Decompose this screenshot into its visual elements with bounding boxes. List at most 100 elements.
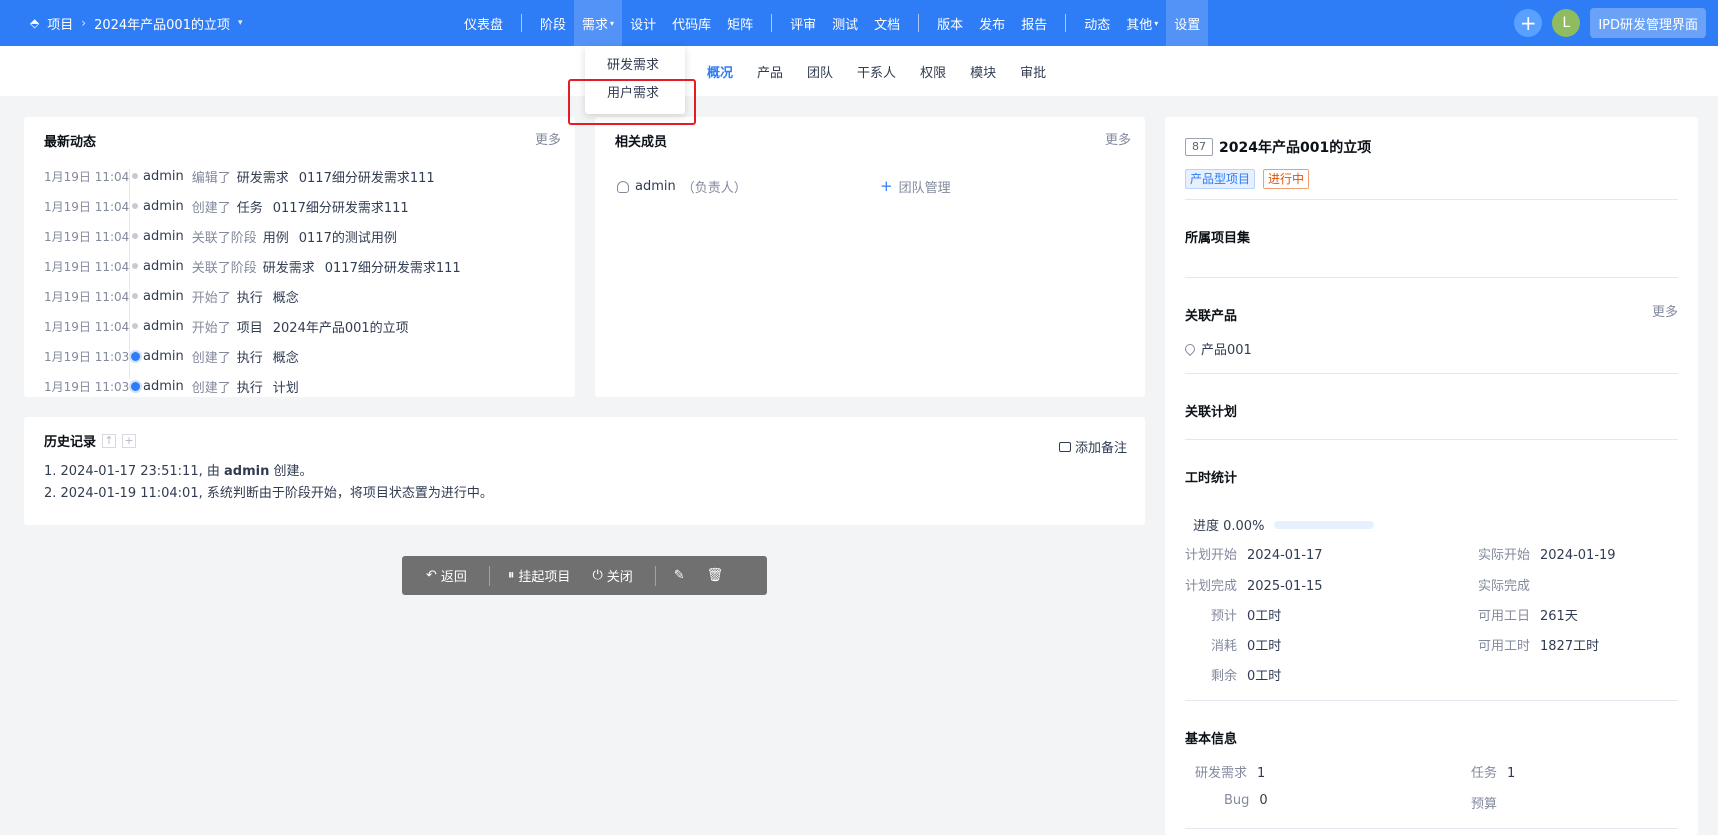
history-item: 1. 2024-01-17 23:51:11, 由 admin 创建。 xyxy=(44,461,493,483)
nav-design[interactable]: 设计 xyxy=(622,0,664,46)
section-program: 所属项目集 xyxy=(1185,231,1251,246)
nav-other[interactable]: 其他 ▾ xyxy=(1118,0,1166,46)
kv-key: 实际完成 xyxy=(1478,579,1531,594)
nav-report[interactable]: 报告 xyxy=(1013,0,1055,46)
progress: 进度 0.00% xyxy=(1193,515,1375,534)
dynamic-object-type: 执行 xyxy=(236,380,263,396)
team-management-link[interactable]: + 团队管理 xyxy=(880,177,951,197)
top-navbar: ⬘ 项目 › 2024年产品001的立项 ▾ 仪表盘 阶段 需求 ▾ 设计 代码库… xyxy=(0,0,1718,46)
sort-up-icon[interactable]: ↑ xyxy=(102,433,117,448)
avatar[interactable]: L xyxy=(1552,9,1581,37)
subnav-permission[interactable]: 权限 xyxy=(908,62,958,81)
caret-down-icon: ▾ xyxy=(610,18,615,28)
divider xyxy=(1185,199,1678,200)
dynamic-user: admin xyxy=(143,258,184,274)
timeline-dot-new xyxy=(129,381,141,391)
subnav-product[interactable]: 产品 xyxy=(745,62,795,81)
dynamic-object-link[interactable]: 概念 xyxy=(273,287,299,306)
section-products: 关联产品 xyxy=(1185,309,1238,324)
kv-value: 0工时 xyxy=(1247,609,1282,624)
subnav-stakeholder[interactable]: 干系人 xyxy=(845,62,908,81)
more-link[interactable]: 更多 xyxy=(1652,301,1678,320)
nav-requirement-label: 需求 xyxy=(582,17,609,33)
breadcrumb-project[interactable]: 2024年产品001的立项 xyxy=(94,14,230,33)
member-item: admin （负责人） xyxy=(617,177,747,196)
kv-value[interactable]: 1 xyxy=(1257,766,1265,781)
available-workdays: 可用工日 261天 xyxy=(1478,605,1578,624)
delete-button[interactable]: 🗑 xyxy=(707,568,724,583)
section-basic-info: 基本信息 xyxy=(1185,732,1238,747)
nav-doc[interactable]: 文档 xyxy=(866,0,908,46)
kv-value: 1827工时 xyxy=(1540,639,1600,654)
timeline-dot xyxy=(129,173,141,179)
dev-requirement-count: 研发需求 1 xyxy=(1195,762,1265,781)
subnav-module[interactable]: 模块 xyxy=(958,62,1008,81)
kv-key: 预计 xyxy=(1211,609,1238,624)
subnav-overview[interactable]: 概况 xyxy=(695,62,745,81)
add-note-button[interactable]: 添加备注 xyxy=(1058,437,1127,456)
dynamic-object-link[interactable]: 2024年产品001的立项 xyxy=(273,317,409,336)
nav-matrix[interactable]: 矩阵 xyxy=(719,0,761,46)
more-link[interactable]: 更多 xyxy=(1105,129,1131,148)
breadcrumb-root[interactable]: 项目 xyxy=(47,14,73,33)
expand-plus-icon[interactable]: + xyxy=(122,433,137,448)
history-text: 创建。 xyxy=(269,464,313,479)
close-project-button[interactable]: ⏻ 关闭 xyxy=(592,566,632,585)
nav-dashboard[interactable]: 仪表盘 xyxy=(456,0,511,46)
nav-repo[interactable]: 代码库 xyxy=(664,0,719,46)
back-button[interactable]: ↶ 返回 xyxy=(426,566,467,585)
timeline-dot xyxy=(129,203,141,209)
kv-value[interactable]: 0 xyxy=(1259,793,1267,808)
list-item: 1月19日 11:04 admin 编辑了 研发需求 0117细分研发需求111 xyxy=(44,161,565,191)
kv-key: 实际开始 xyxy=(1478,548,1531,563)
create-plus-icon[interactable]: + xyxy=(1514,9,1543,37)
menu-item-dev-requirement[interactable]: 研发需求 xyxy=(585,52,685,80)
dynamic-object-link[interactable]: 概念 xyxy=(273,347,299,366)
nav-divider xyxy=(771,14,773,32)
dynamic-object-link[interactable]: 0117细分研发需求111 xyxy=(273,197,409,216)
dynamic-action: 编辑了 xyxy=(191,170,231,186)
real-start: 实际开始 2024-01-19 xyxy=(1478,544,1616,563)
member-role: （负责人） xyxy=(681,181,747,196)
suspend-project-button[interactable]: ⏸ 挂起项目 xyxy=(508,566,571,585)
timeline-dot xyxy=(129,293,141,299)
nav-stage[interactable]: 阶段 xyxy=(532,0,574,46)
ipd-interface-button[interactable]: IPD研发管理界面 xyxy=(1590,8,1706,38)
dynamic-object-link[interactable]: 计划 xyxy=(273,377,299,396)
dynamic-action: 关联了阶段 xyxy=(191,260,257,276)
kv-key: 计划开始 xyxy=(1185,548,1238,563)
dynamic-object-link[interactable]: 0117细分研发需求111 xyxy=(299,167,435,186)
kv-value: 2024-01-17 xyxy=(1247,548,1323,563)
task-count: 任务 1 xyxy=(1471,762,1515,781)
toolbar-divider xyxy=(488,565,490,586)
dynamic-user: admin xyxy=(143,318,184,334)
nav-dynamic[interactable]: 动态 xyxy=(1076,0,1118,46)
plan-start: 计划开始 2024-01-17 xyxy=(1185,544,1323,563)
nav-release[interactable]: 发布 xyxy=(971,0,1013,46)
dynamic-object-link[interactable]: 0117的测试用例 xyxy=(299,227,397,246)
nav-build[interactable]: 版本 xyxy=(929,0,971,46)
more-link[interactable]: 更多 xyxy=(535,129,561,148)
edit-button[interactable]: ✎ xyxy=(674,568,685,583)
dynamic-object-type: 研发需求 xyxy=(236,170,289,186)
dynamic-time: 1月19日 11:04 xyxy=(44,169,130,184)
dynamic-action: 创建了 xyxy=(191,380,231,396)
nav-settings[interactable]: 设置 xyxy=(1166,0,1209,46)
dynamic-object-link[interactable]: 0117细分研发需求111 xyxy=(325,257,461,276)
chevron-down-icon[interactable]: ▾ xyxy=(238,18,243,28)
plan-end: 计划完成 2025-01-15 xyxy=(1185,575,1323,594)
kv-value: 0工时 xyxy=(1247,639,1282,654)
product-item[interactable]: 产品001 xyxy=(1182,339,1252,358)
nav-test[interactable]: 测试 xyxy=(824,0,866,46)
subnav-team[interactable]: 团队 xyxy=(795,62,845,81)
panel-title: 最新动态 xyxy=(44,135,97,150)
nav-divider xyxy=(521,14,523,32)
toolbar-divider xyxy=(654,565,656,586)
dynamic-time: 1月19日 11:04 xyxy=(44,289,130,304)
subnav-approval[interactable]: 审批 xyxy=(1008,62,1058,81)
sub-nav: 概况 产品 团队 干系人 权限 模块 审批 xyxy=(0,46,1718,96)
kv-value[interactable]: 1 xyxy=(1507,766,1515,781)
dynamic-action: 开始了 xyxy=(191,290,231,306)
nav-review[interactable]: 评审 xyxy=(782,0,824,46)
nav-requirement[interactable]: 需求 ▾ xyxy=(574,0,623,46)
